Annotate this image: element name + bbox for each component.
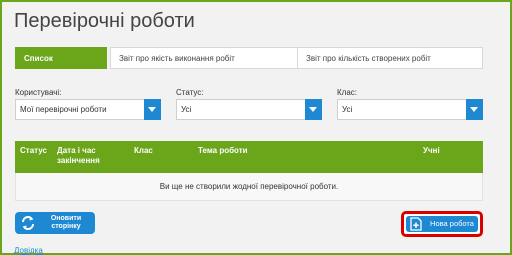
empty-table-message: Ви ще не створили жодної перевірочної ро… (159, 182, 339, 191)
tab-count-report[interactable]: Звіт про кількість створених робіт (297, 47, 483, 69)
column-header-end-date[interactable]: Дата і час закінчення (57, 146, 119, 166)
class-select-value: Усі (342, 105, 353, 114)
chevron-down-icon[interactable] (305, 99, 322, 120)
new-work-button-label: Нова робота (430, 219, 474, 228)
tab-quality-report[interactable]: Звіт про якість виконання робіт (110, 47, 307, 69)
status-select[interactable]: Усі (176, 99, 322, 120)
column-header-class[interactable]: Клас (134, 146, 153, 156)
new-work-highlight: Нова робота (401, 211, 483, 237)
refresh-page-button-label: Оновити сторінку (50, 215, 82, 230)
users-select-value: Мої перевірочні роботи (20, 105, 107, 114)
column-header-topic[interactable]: Тема роботи (198, 146, 248, 156)
column-header-status[interactable]: Статус (20, 146, 47, 156)
add-document-icon (410, 217, 422, 231)
tab-list[interactable]: Список (15, 47, 107, 69)
class-filter-label: Клас: (337, 88, 357, 97)
refresh-icon (22, 216, 34, 230)
table-body: Ви ще не створили жодної перевірочної ро… (15, 173, 483, 201)
help-link[interactable]: Довідка (14, 246, 43, 255)
class-select[interactable]: Усі (337, 99, 483, 120)
users-select[interactable]: Мої перевірочні роботи (15, 99, 161, 120)
new-work-button[interactable]: Нова робота (406, 216, 478, 232)
column-header-students[interactable]: Учні (423, 146, 440, 156)
status-filter-label: Статус: (176, 88, 204, 97)
chevron-down-icon[interactable] (466, 99, 483, 120)
status-select-value: Усі (181, 105, 192, 114)
refresh-page-button[interactable]: Оновити сторінку (15, 212, 95, 234)
users-filter-label: Користувачі: (15, 88, 62, 97)
page-title: Перевірочні роботи (14, 10, 195, 32)
chevron-down-icon[interactable] (144, 99, 161, 120)
table-header: Статус Дата і час закінчення Клас Тема р… (15, 141, 483, 173)
